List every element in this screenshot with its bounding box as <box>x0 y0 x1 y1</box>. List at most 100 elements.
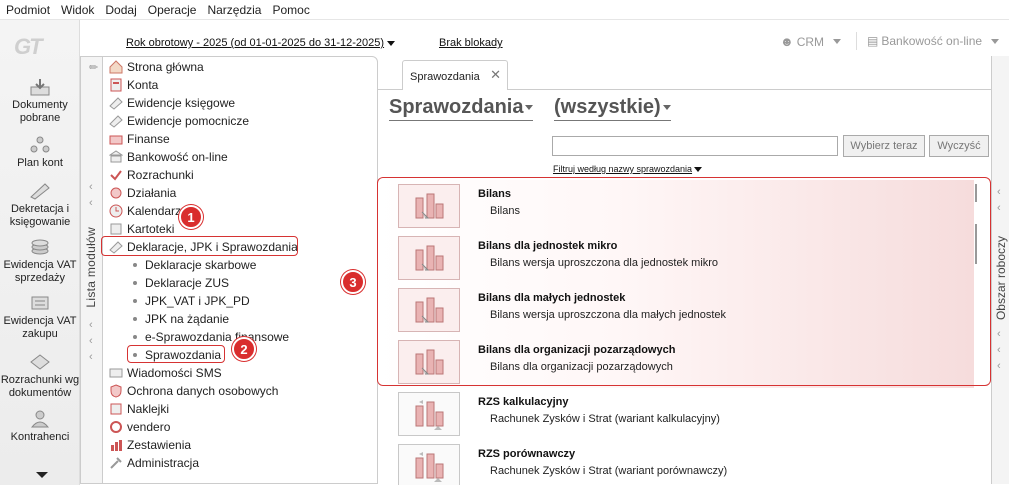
modules-list-label: Lista modułów <box>84 227 98 308</box>
report-filter-selector[interactable]: (wszystkie) <box>554 96 671 121</box>
clear-button[interactable]: Wyczyść <box>929 135 989 157</box>
highlight-declarations <box>101 236 298 256</box>
module-naklejki[interactable]: Naklejki <box>109 400 169 418</box>
menu-operacje[interactable]: Operacje <box>148 3 197 17</box>
crm-button[interactable]: ☻ CRM <box>780 34 842 49</box>
chart-of-accounts-icon <box>27 136 53 154</box>
chevron-left-icon: ‹ <box>89 351 93 363</box>
admin-icon <box>109 456 123 470</box>
shortcut-plan-kont[interactable]: Plan kont <box>0 136 80 170</box>
report-icon <box>398 444 460 485</box>
report-category-selector[interactable]: Sprawozdania <box>389 96 534 121</box>
download-icon <box>27 78 53 96</box>
shortcut-label: Dekretacja i księgowanie <box>9 203 71 228</box>
tab-sprawozdania[interactable]: Sprawozdania ✕ <box>402 60 508 91</box>
settlements-icon <box>27 353 53 371</box>
menu-pomoc[interactable]: Pomoc <box>272 3 309 17</box>
highlight-reports <box>127 345 225 363</box>
bank-online-button[interactable]: ▤ Bankowość on-line <box>867 34 1000 48</box>
module-ochrona-danych[interactable]: Ochrona danych osobowych <box>109 382 278 400</box>
module-finanse[interactable]: Finanse <box>109 130 170 148</box>
module-label: Bankowość on-line <box>127 150 228 164</box>
module-rozrachunki[interactable]: Rozrachunki <box>109 166 194 184</box>
shortcut-label: Rozrachunki wg dokumentów <box>0 374 80 399</box>
more-shortcuts-icon[interactable] <box>36 472 48 478</box>
step-badge-3: 3 <box>341 270 365 294</box>
vendero-icon <box>109 420 123 434</box>
chevron-left-icon: ‹ <box>89 197 93 209</box>
module-label: Ewidencje pomocnicze <box>127 114 250 128</box>
list-item[interactable]: RZS porównawczy Rachunek Zysków i Strat … <box>378 440 974 485</box>
chevron-left-icon: ‹ <box>89 181 93 193</box>
vat-purchase-icon <box>27 294 53 312</box>
submodule-deklaracje-skarbowe[interactable]: Deklaracje skarbowe <box>133 256 256 274</box>
submodule-jpk-na-zadanie[interactable]: JPK na żądanie <box>133 310 229 328</box>
submodule-e-sprawozdania[interactable]: e-Sprawozdania finansowe <box>133 328 289 346</box>
module-label: Konta <box>127 78 159 92</box>
chevron-down-icon <box>694 167 703 172</box>
module-strona-glowna[interactable]: Strona główna <box>109 58 204 76</box>
module-kalendarz[interactable]: Kalendarz <box>109 202 181 220</box>
report-description: Rachunek Zysków i Strat (wariant porówna… <box>490 465 728 477</box>
report-description: Rachunek Zysków i Strat (wariant kalkula… <box>490 413 720 425</box>
module-bankowosc[interactable]: Bankowość on-line <box>109 148 228 166</box>
crm-label: CRM <box>796 34 825 49</box>
fiscal-year-selector[interactable]: Rok obrotowy - 2025 (od 01-01-2025 do 31… <box>126 37 396 49</box>
submodule-jpk-vat-pd[interactable]: JPK_VAT i JPK_PD <box>133 292 250 310</box>
vat-sales-icon <box>27 238 53 256</box>
shortcut-dekretacja[interactable]: Dekretacja i księgowanie <box>0 182 80 229</box>
modules-list-tab[interactable]: ✏ ‹ ‹ Lista modułów ‹ ‹ ‹ <box>80 56 102 484</box>
contractors-icon <box>27 410 53 428</box>
app-logo: GT <box>14 34 43 59</box>
chevron-down-icon <box>525 105 534 111</box>
shortcut-label: Ewidencja VAT sprzedaży <box>3 259 77 284</box>
chevron-left-icon: ‹ <box>997 202 1001 214</box>
module-dzialania[interactable]: Działania <box>109 184 176 202</box>
menu-narzedzia[interactable]: Narzędzia <box>207 3 261 17</box>
module-konta[interactable]: Konta <box>109 76 158 94</box>
posting-icon <box>27 182 53 200</box>
module-wiadomosci-sms[interactable]: Wiadomości SMS <box>109 364 222 382</box>
shortcut-dokumenty-pobrane[interactable]: Dokumenty pobrane <box>0 78 80 125</box>
sms-icon <box>109 366 123 380</box>
report-name: RZS kalkulacyjny <box>478 396 569 408</box>
shortcut-vat-sprzedazy[interactable]: Ewidencja VAT sprzedaży <box>0 238 80 285</box>
chevron-left-icon: ‹ <box>997 344 1001 356</box>
module-ewidencje-ksiegowe[interactable]: Ewidencje księgowe <box>109 94 235 112</box>
shortcut-kontrahenci[interactable]: Kontrahenci <box>0 410 80 444</box>
fiscal-year-label: Rok obrotowy - 2025 (od 01-01-2025 do 31… <box>126 37 385 49</box>
choose-now-button[interactable]: Wybierz teraz <box>843 135 925 157</box>
module-label: Strona główna <box>127 60 204 74</box>
document-tabs: Sprawozdania ✕ <box>378 56 991 91</box>
menu-dodaj[interactable]: Dodaj <box>105 3 136 17</box>
page-title: Sprawozdania <box>389 96 524 118</box>
settlements-icon <box>109 168 123 182</box>
chevron-down-icon <box>991 38 1000 44</box>
module-label: Naklejki <box>127 402 170 416</box>
ledger-icon <box>109 96 123 110</box>
module-administracja[interactable]: Administracja <box>109 454 199 472</box>
workspace-tab[interactable]: ‹ ‹ Obszar roboczy ‹ ‹ ‹ <box>991 56 1009 484</box>
pin-icon: ✏ <box>89 62 99 74</box>
submodule-deklaracje-zus[interactable]: Deklaracje ZUS <box>133 274 229 292</box>
lock-status-link[interactable]: Brak blokady <box>439 37 503 49</box>
toolbar-divider <box>856 32 857 50</box>
shortcut-vat-zakupu[interactable]: Ewidencja VAT zakupu <box>0 294 80 341</box>
actions-icon <box>109 186 123 200</box>
menu-widok[interactable]: Widok <box>61 3 94 17</box>
search-input[interactable] <box>552 136 838 156</box>
menu-podmiot[interactable]: Podmiot <box>6 3 50 17</box>
module-label: Zestawienia <box>127 438 192 452</box>
list-item[interactable]: RZS kalkulacyjny Rachunek Zysków i Strat… <box>378 388 974 440</box>
shortcut-label: Ewidencja VAT zakupu <box>3 315 77 340</box>
module-zestawienia[interactable]: Zestawienia <box>109 436 191 454</box>
filter-by-name-dropdown[interactable]: Filtruj według nazwy sprawozdania <box>553 164 703 174</box>
shortcut-rozrachunki[interactable]: Rozrachunki wg dokumentów <box>0 353 80 400</box>
workspace-label: Obszar roboczy <box>994 236 1008 321</box>
module-ewidencje-pomocnicze[interactable]: Ewidencje pomocnicze <box>109 112 249 130</box>
accounts-icon <box>109 78 123 92</box>
close-icon[interactable]: ✕ <box>490 67 501 83</box>
module-vendero[interactable]: vendero <box>109 418 170 436</box>
stickers-icon <box>109 402 123 416</box>
chevron-left-icon: ‹ <box>89 335 93 347</box>
